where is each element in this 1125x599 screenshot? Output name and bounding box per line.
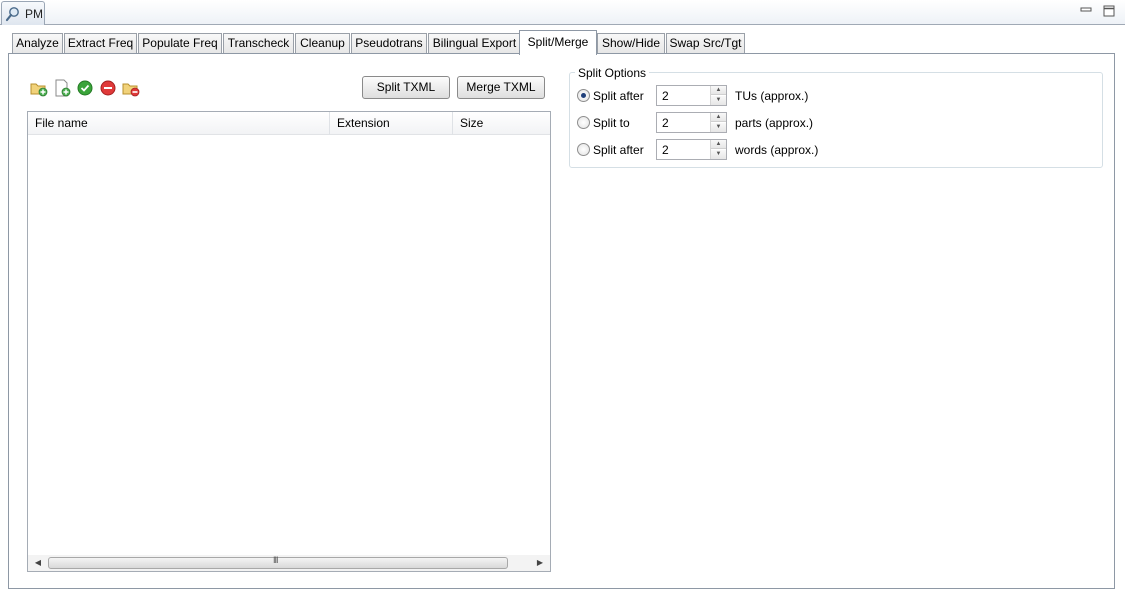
spin-up-icon[interactable]: ▲: [711, 140, 726, 149]
radio-split-after-words[interactable]: [577, 143, 590, 156]
file-table[interactable]: File name Extension Size ◀ III ▶: [27, 111, 551, 572]
remove-icon[interactable]: [99, 79, 117, 97]
parts-unit-label: parts (approx.): [735, 116, 814, 130]
spin-up-icon[interactable]: ▲: [711, 113, 726, 122]
column-header-extension[interactable]: Extension: [329, 112, 452, 135]
tab-extract-freq[interactable]: Extract Freq: [64, 33, 137, 54]
tab-show-hide[interactable]: Show/Hide: [597, 33, 665, 54]
scroll-right-icon[interactable]: ▶: [532, 555, 548, 571]
add-folder-icon[interactable]: [30, 79, 48, 97]
scrollbar-thumb[interactable]: III: [48, 555, 508, 569]
horizontal-scrollbar[interactable]: ◀ III ▶: [28, 555, 550, 571]
column-header-file-name[interactable]: File name: [28, 112, 329, 135]
spin-down-icon[interactable]: ▼: [711, 96, 726, 105]
scroll-left-icon[interactable]: ◀: [30, 555, 46, 571]
scrollbar-grip: III: [273, 555, 278, 565]
tab-swap-src-tgt[interactable]: Swap Src/Tgt: [666, 33, 745, 54]
words-unit-label: words (approx.): [735, 143, 819, 157]
split-options-title: Split Options: [575, 66, 650, 80]
view-title: PM: [25, 7, 43, 21]
split-txml-button[interactable]: Split TXML: [362, 76, 450, 99]
tab-transcheck[interactable]: Transcheck: [223, 33, 294, 54]
tab-analyze[interactable]: Analyze: [12, 33, 63, 54]
spin-up-icon[interactable]: ▲: [711, 86, 726, 95]
spin-down-icon[interactable]: ▼: [711, 150, 726, 159]
add-file-icon[interactable]: [53, 79, 71, 97]
split-after-words-label[interactable]: Split after: [593, 143, 644, 157]
table-header: File name Extension Size: [28, 112, 550, 135]
tab-populate-freq[interactable]: Populate Freq: [138, 33, 222, 54]
minimize-icon[interactable]: [1079, 4, 1093, 18]
column-header-size[interactable]: Size: [452, 112, 550, 135]
parts-count-spinner[interactable]: 2 ▲ ▼: [656, 112, 727, 133]
spinner-value[interactable]: 2: [662, 116, 669, 130]
tus-unit-label: TUs (approx.): [735, 89, 809, 103]
tab-pseudotrans[interactable]: Pseudotrans: [351, 33, 427, 54]
view-tab-pm[interactable]: PM: [1, 1, 45, 25]
maximize-icon[interactable]: [1102, 4, 1116, 18]
radio-split-to-parts[interactable]: [577, 116, 590, 129]
spinner-value[interactable]: 2: [662, 143, 669, 157]
magnifier-icon: [5, 7, 19, 22]
split-to-parts-label[interactable]: Split to: [593, 116, 630, 130]
remove-folder-icon[interactable]: [122, 79, 140, 97]
spinner-value[interactable]: 2: [662, 89, 669, 103]
view-title-bar: PM: [0, 0, 1125, 25]
tus-count-spinner[interactable]: 2 ▲ ▼: [656, 85, 727, 106]
radio-selected-dot: [581, 93, 586, 98]
split-after-tus-label[interactable]: Split after: [593, 89, 644, 103]
spin-down-icon[interactable]: ▼: [711, 123, 726, 132]
radio-split-after-tus[interactable]: [577, 89, 590, 102]
tab-cleanup[interactable]: Cleanup: [295, 33, 350, 54]
words-count-spinner[interactable]: 2 ▲ ▼: [656, 139, 727, 160]
split-options-group: [569, 72, 1103, 168]
check-icon[interactable]: [76, 79, 94, 97]
tab-bilingual-export[interactable]: Bilingual Export: [428, 33, 521, 54]
tab-split-merge[interactable]: Split/Merge: [519, 30, 597, 55]
merge-txml-button[interactable]: Merge TXML: [457, 76, 545, 99]
